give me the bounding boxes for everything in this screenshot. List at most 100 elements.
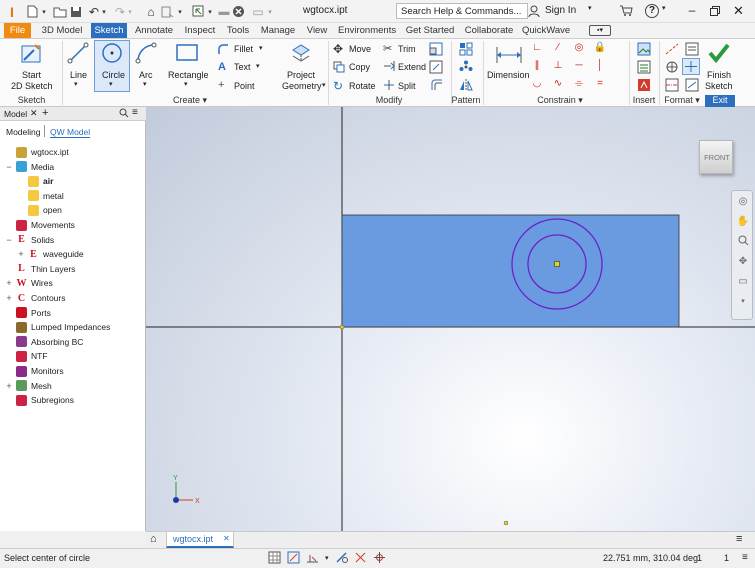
browser-search-icon[interactable] bbox=[119, 108, 129, 120]
open-folder-icon[interactable] bbox=[52, 4, 68, 19]
show-dof-icon[interactable] bbox=[354, 551, 367, 566]
customize-nav-icon[interactable]: ▾ bbox=[736, 295, 750, 308]
project-geometry-icon[interactable] bbox=[290, 42, 312, 68]
expand-icon[interactable]: + bbox=[4, 293, 14, 303]
restore-icon[interactable] bbox=[710, 6, 720, 16]
point-icon[interactable]: + bbox=[218, 79, 224, 91]
update-dropdown-icon[interactable]: ▾ bbox=[176, 4, 184, 19]
vertical-constraint-icon[interactable]: │ bbox=[593, 59, 607, 73]
split-button[interactable]: Split bbox=[398, 81, 416, 91]
tree-item[interactable]: Absorbing BC bbox=[0, 335, 83, 349]
tab-environments[interactable]: Environments bbox=[338, 23, 396, 38]
tree-item[interactable]: wgtocx.ipt bbox=[0, 145, 69, 159]
point-button[interactable]: Point bbox=[234, 81, 255, 91]
line-icon[interactable] bbox=[67, 42, 89, 66]
new-dropdown-icon[interactable]: ▾ bbox=[40, 4, 48, 19]
update-icon[interactable] bbox=[160, 4, 176, 19]
tree-item[interactable]: − Media bbox=[0, 160, 54, 174]
rotate-icon[interactable]: ↻ bbox=[333, 79, 343, 93]
fully-constrained-icon[interactable] bbox=[335, 551, 348, 566]
close-tab-icon[interactable]: ✕ bbox=[223, 534, 230, 543]
acad-icon[interactable] bbox=[637, 78, 651, 94]
sign-in-dropdown-icon[interactable]: ▾ bbox=[588, 4, 592, 12]
document-tab[interactable]: wgtocx.ipt ✕ bbox=[166, 531, 234, 548]
tree-item[interactable]: Monitors bbox=[0, 364, 64, 378]
user-icon[interactable] bbox=[528, 5, 542, 18]
tab-inspect[interactable]: Inspect bbox=[181, 23, 219, 38]
return-dropdown-icon[interactable]: ▾ bbox=[266, 4, 274, 19]
concentric-constraint-icon[interactable]: ◎ bbox=[572, 41, 586, 55]
tab-tools[interactable]: Tools bbox=[224, 23, 252, 38]
show-format-icon[interactable] bbox=[685, 42, 699, 58]
rectangle-icon[interactable] bbox=[175, 43, 199, 65]
subtab-modeling[interactable]: Modeling bbox=[6, 127, 41, 137]
text-dropdown-icon[interactable]: ▾ bbox=[256, 62, 260, 70]
extend-button[interactable]: Extend bbox=[398, 62, 426, 72]
return-icon[interactable]: ▭ bbox=[250, 4, 266, 19]
split-icon[interactable] bbox=[383, 79, 395, 93]
undo-dropdown-icon[interactable]: ▾ bbox=[100, 4, 108, 19]
extend-icon[interactable] bbox=[383, 60, 395, 74]
ribbon-display-toggle-icon[interactable]: ▪▾ bbox=[589, 25, 611, 36]
constrain-panel-title[interactable]: Constrain ▾ bbox=[530, 95, 590, 107]
tree-item[interactable]: Movements bbox=[0, 218, 75, 232]
line-button[interactable]: Line bbox=[70, 70, 87, 80]
minimize-icon[interactable]: – bbox=[684, 3, 700, 19]
symmetric-constraint-icon[interactable]: ⌯ bbox=[572, 77, 586, 91]
add-browser-icon[interactable]: + bbox=[42, 107, 48, 119]
save-icon[interactable] bbox=[68, 4, 84, 19]
home-icon[interactable]: ⌂ bbox=[143, 4, 159, 19]
coincident-constraint-icon[interactable]: ∟ bbox=[530, 41, 544, 55]
project-geometry-label[interactable]: Project bbox=[287, 70, 315, 80]
dimension-button[interactable]: Dimension bbox=[487, 70, 530, 80]
scale-icon[interactable] bbox=[429, 42, 443, 58]
browser-tab-title[interactable]: Model bbox=[4, 109, 27, 119]
tree-item[interactable]: L Thin Layers bbox=[0, 262, 75, 276]
finish-sketch-label[interactable]: Finish bbox=[707, 70, 731, 80]
tree-item[interactable]: − E Solids bbox=[0, 233, 54, 247]
close-document-icon[interactable] bbox=[230, 4, 246, 19]
tab-collaborate[interactable]: Collaborate bbox=[463, 23, 515, 38]
select-dropdown-icon[interactable]: ▾ bbox=[206, 4, 214, 19]
project-geometry-dropdown-icon[interactable]: ▾ bbox=[322, 81, 326, 89]
tree-item[interactable]: metal bbox=[0, 189, 64, 203]
redo-dropdown-icon[interactable]: ▾ bbox=[126, 4, 134, 19]
finish-sketch-label-2[interactable]: Sketch bbox=[705, 81, 733, 91]
create-panel-title[interactable]: Create ▾ bbox=[160, 95, 220, 107]
tree-item[interactable]: + C Contours bbox=[0, 291, 65, 305]
constraint-dropdown-icon[interactable]: ▾ bbox=[325, 554, 329, 562]
start-2d-sketch-icon[interactable] bbox=[20, 42, 44, 68]
tab-file[interactable]: File bbox=[4, 23, 31, 38]
pan-icon[interactable]: ✋ bbox=[736, 215, 750, 228]
tree-item[interactable]: + W Wires bbox=[0, 276, 52, 290]
rotate-button[interactable]: Rotate bbox=[349, 81, 376, 91]
new-file-icon[interactable] bbox=[24, 4, 40, 19]
text-button[interactable]: Text bbox=[234, 62, 251, 72]
cart-icon[interactable] bbox=[619, 4, 633, 19]
move-button[interactable]: Move bbox=[349, 44, 371, 54]
arc-button[interactable]: Arc bbox=[139, 70, 153, 80]
fix-constraint-icon[interactable]: 🔒 bbox=[593, 41, 607, 55]
collapse-icon[interactable]: − bbox=[4, 162, 14, 172]
viewcube[interactable]: FRONT bbox=[699, 140, 733, 174]
tree-item[interactable]: Ports bbox=[0, 306, 51, 320]
tab-manage[interactable]: Manage bbox=[259, 23, 297, 38]
constraint-persistence-icon[interactable] bbox=[306, 551, 319, 566]
tree-item[interactable]: air bbox=[0, 174, 53, 188]
collinear-constraint-icon[interactable]: ⁄ bbox=[551, 41, 565, 55]
tab-annotate[interactable]: Annotate bbox=[132, 23, 176, 38]
tree-item[interactable]: + Ewaveguide bbox=[0, 247, 83, 261]
centerpoint-icon[interactable] bbox=[665, 60, 679, 76]
finish-sketch-icon[interactable] bbox=[708, 43, 730, 65]
subtab-qw-model[interactable]: QW Model bbox=[50, 127, 91, 138]
help-dropdown-icon[interactable]: ▾ bbox=[662, 4, 666, 12]
tree-item[interactable]: Lumped Impedances bbox=[0, 320, 110, 334]
arc-dropdown-icon[interactable]: ▾ bbox=[143, 80, 147, 88]
rectangular-pattern-icon[interactable] bbox=[459, 42, 473, 58]
steering-wheel-icon[interactable]: ◎ bbox=[736, 195, 750, 208]
text-icon[interactable]: A bbox=[218, 61, 226, 73]
constraint-inference-icon[interactable] bbox=[287, 551, 300, 566]
driven-dimension-icon[interactable] bbox=[685, 78, 699, 94]
home-tab-icon[interactable]: ⌂ bbox=[150, 533, 157, 545]
tab-sketch[interactable]: Sketch bbox=[91, 23, 127, 38]
